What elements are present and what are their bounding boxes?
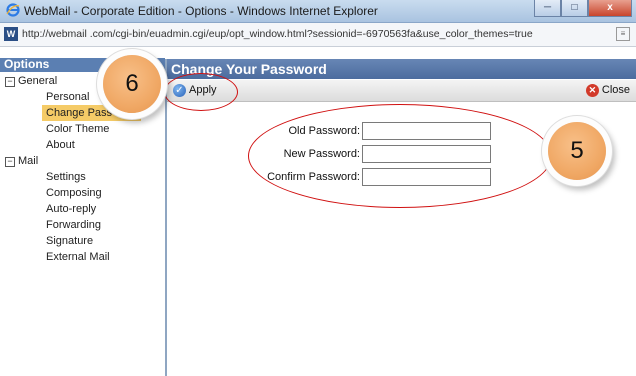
minimize-button[interactable]: ─ <box>534 0 561 17</box>
sidebar-item-settings[interactable]: Settings <box>0 169 165 185</box>
close-label: Close <box>601 84 630 96</box>
site-favicon-icon: W <box>4 27 18 41</box>
compatibility-view-icon[interactable]: ≡ <box>616 27 630 41</box>
address-url[interactable]: http://webmail .com/cgi-bin/euadmin.cgi/… <box>22 28 533 40</box>
step-badge-5: 5 <box>548 122 606 180</box>
tree-group-mail[interactable]: − Mail <box>0 153 165 169</box>
sidebar-item-composing[interactable]: Composing <box>0 185 165 201</box>
collapse-icon[interactable]: − <box>5 157 15 167</box>
apply-highlight-ellipse <box>164 73 238 111</box>
tree-group-label: General <box>18 75 58 87</box>
window-controls: ─ □ x <box>534 0 632 18</box>
collapse-icon[interactable]: − <box>5 77 15 87</box>
page-title: Change Your Password <box>167 59 636 79</box>
window-titlebar: WebMail - Corporate Edition - Options - … <box>0 0 636 23</box>
sidebar-item-forwarding[interactable]: Forwarding <box>0 217 165 233</box>
close-button[interactable]: ✕ Close <box>585 82 630 98</box>
tree-group-label: Mail <box>18 155 39 167</box>
close-icon: ✕ <box>585 83 599 97</box>
form-highlight-ellipse <box>248 104 552 208</box>
internet-explorer-icon <box>6 3 20 17</box>
address-bar[interactable]: W http://webmail .com/cgi-bin/euadmin.cg… <box>0 23 636 47</box>
sidebar-item-auto-reply[interactable]: Auto-reply <box>0 201 165 217</box>
window-title: WebMail - Corporate Edition - Options - … <box>24 4 378 18</box>
sidebar-item-signature[interactable]: Signature <box>0 233 165 249</box>
sidebar-item-external-mail[interactable]: External Mail <box>0 249 165 265</box>
sidebar-item-about[interactable]: About <box>0 137 165 153</box>
sidebar-item-color-theme[interactable]: Color Theme <box>0 121 165 137</box>
close-window-button[interactable]: x <box>588 0 632 17</box>
maximize-button[interactable]: □ <box>561 0 588 17</box>
step-badge-6: 6 <box>103 55 161 113</box>
